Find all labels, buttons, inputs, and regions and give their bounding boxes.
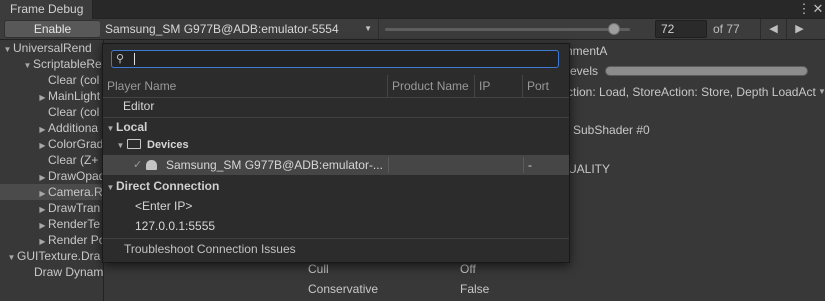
column-divider — [523, 157, 524, 173]
conservative-property-name: Conservative — [308, 282, 379, 296]
tree-item[interactable]: ▶ DrawOpaq — [0, 168, 104, 184]
tree-item-label: Clear (col — [48, 105, 100, 119]
tree-item[interactable]: ▼ GUITexture.Dra — [0, 248, 103, 264]
tree-item-label: UniversalRend — [13, 41, 92, 55]
frame-debug-toolbar: Enable Samsung_SM G977B@ADB:emulator-555… — [0, 19, 825, 40]
tree-item-label: MainLight — [48, 89, 101, 103]
column-divider — [388, 157, 389, 173]
column-header-product-name[interactable]: Product Name — [388, 75, 475, 97]
chevron-left-icon: ◀ — [769, 23, 778, 35]
tree-item[interactable]: ▶ DrawTran — [0, 200, 103, 216]
next-frame-button[interactable]: ▶ — [786, 19, 812, 39]
tree-item-label: ScriptableRe — [33, 57, 102, 71]
tree-item-label: Clear (Z+ — [48, 153, 99, 167]
text-caret — [134, 53, 135, 65]
chevron-down-icon[interactable]: ▼ — [818, 87, 825, 96]
troubleshoot-connection-link[interactable]: Troubleshoot Connection Issues — [103, 239, 569, 259]
group-direct-label: Direct Connection — [116, 179, 220, 193]
frame-number-field[interactable]: 72 — [655, 20, 707, 38]
tree-item[interactable]: ▶ RenderTe — [0, 216, 103, 232]
cull-property-value: Off — [460, 262, 476, 276]
tree-item[interactable]: ▶ MainLight — [0, 88, 103, 104]
tree-item[interactable]: Draw Dynamic — [0, 264, 104, 280]
frame-slider-track[interactable] — [385, 28, 630, 31]
player-dropdown-label: Samsung_SM G977B@ADB:emulator-5554 — [105, 22, 339, 36]
android-icon — [146, 155, 157, 175]
column-header-ip[interactable]: IP — [475, 75, 523, 97]
enter-ip-item[interactable]: <Enter IP> — [103, 196, 569, 216]
enable-button[interactable]: Enable — [4, 20, 101, 38]
expand-arrow-icon[interactable]: ▼ — [114, 137, 127, 155]
tree-item[interactable]: ▶ Render Po — [0, 232, 104, 248]
kebab-menu-icon[interactable]: ⋮ — [797, 0, 811, 19]
frame-slider-handle[interactable] — [608, 23, 621, 35]
conservative-property-value: False — [460, 282, 490, 296]
player-connection-dropdown[interactable]: Samsung_SM G977B@ADB:emulator-5554 ▼ — [100, 19, 379, 39]
player-item-editor[interactable]: Editor — [103, 96, 569, 116]
subshader-label: SubShader #0 — [573, 123, 650, 137]
tree-item-label: Render Po — [48, 233, 104, 247]
tree-item[interactable]: ▼ UniversalRend — [0, 40, 103, 56]
tree-item-label: Draw Dynamic — [34, 265, 104, 279]
chevron-down-icon: ▼ — [364, 24, 372, 33]
device-name: Samsung_SM G977B@ADB:emulator-... — [166, 158, 383, 172]
tree-item[interactable]: Clear (Z+ — [0, 152, 103, 168]
tree-item[interactable]: ▶ Additiona — [0, 120, 103, 136]
player-item-device[interactable]: ✓ Samsung_SM G977B@ADB:emulator-... - — [103, 155, 569, 175]
player-search-input[interactable]: ⚲ — [111, 50, 559, 68]
group-local-label: Local — [116, 120, 148, 134]
tree-item-label: RenderTe — [48, 217, 101, 231]
checkmark-icon: ✓ — [133, 159, 143, 171]
quality-label: UALITY — [568, 162, 611, 176]
player-connection-popup: ⚲ Player Name Product Name IP Port Edito… — [102, 43, 570, 263]
column-header-player-name[interactable]: Player Name — [103, 75, 388, 97]
event-hierarchy-tree: ▼ UniversalRend ▼ ScriptableRe Clear (col … — [0, 40, 104, 301]
device-port: - — [528, 158, 532, 172]
previous-frame-button[interactable]: ◀ — [760, 19, 786, 39]
group-devices[interactable]: ▼ Devices — [103, 136, 569, 154]
tree-item-label: DrawOpaq — [48, 169, 104, 183]
search-icon: ⚲ — [116, 53, 125, 65]
column-header-port[interactable]: Port — [523, 75, 569, 97]
attachment-actions-text: ction: Load, StoreAction: Store, Depth L… — [567, 85, 816, 99]
attachment-label: hmentA — [566, 44, 608, 58]
tree-item-label: GUITexture.Dra — [17, 249, 101, 263]
window-tab-frame-debug[interactable]: Frame Debug — [0, 0, 94, 19]
expand-arrow-icon[interactable]: ▼ — [105, 178, 116, 198]
group-local[interactable]: ▼ Local — [103, 117, 569, 137]
close-icon[interactable]: ✕ — [811, 0, 825, 19]
tree-item[interactable]: Clear (col — [0, 72, 103, 88]
window-titlebar: Frame Debug ⋮ ✕ — [0, 0, 825, 19]
group-devices-label: Devices — [147, 139, 189, 151]
tree-item[interactable]: Clear (col — [0, 104, 103, 120]
frame-total-label: of 77 — [713, 22, 740, 36]
ip-entry-item[interactable]: 127.0.0.1:5555 — [103, 216, 569, 236]
chevron-right-icon: ▶ — [795, 23, 804, 35]
group-direct-connection[interactable]: ▼ Direct Connection — [103, 176, 569, 196]
tree-item-label: DrawTran — [48, 201, 101, 215]
tree-item-label: Camera.R — [48, 185, 103, 199]
tree-item-selected[interactable]: ▶ Camera.R — [0, 184, 103, 200]
tree-item[interactable]: ▶ ColorGrad — [0, 136, 104, 152]
tree-item[interactable]: ▼ ScriptableRe — [0, 56, 103, 72]
cull-property-name: Cull — [308, 262, 329, 276]
levels-slider[interactable] — [605, 66, 808, 76]
monitor-icon — [127, 139, 141, 149]
tree-item-label: Additiona — [48, 121, 99, 135]
tree-item-label: Clear (col — [48, 73, 100, 87]
tree-item-label: ColorGrad — [48, 137, 104, 151]
levels-label: evels — [570, 64, 599, 78]
